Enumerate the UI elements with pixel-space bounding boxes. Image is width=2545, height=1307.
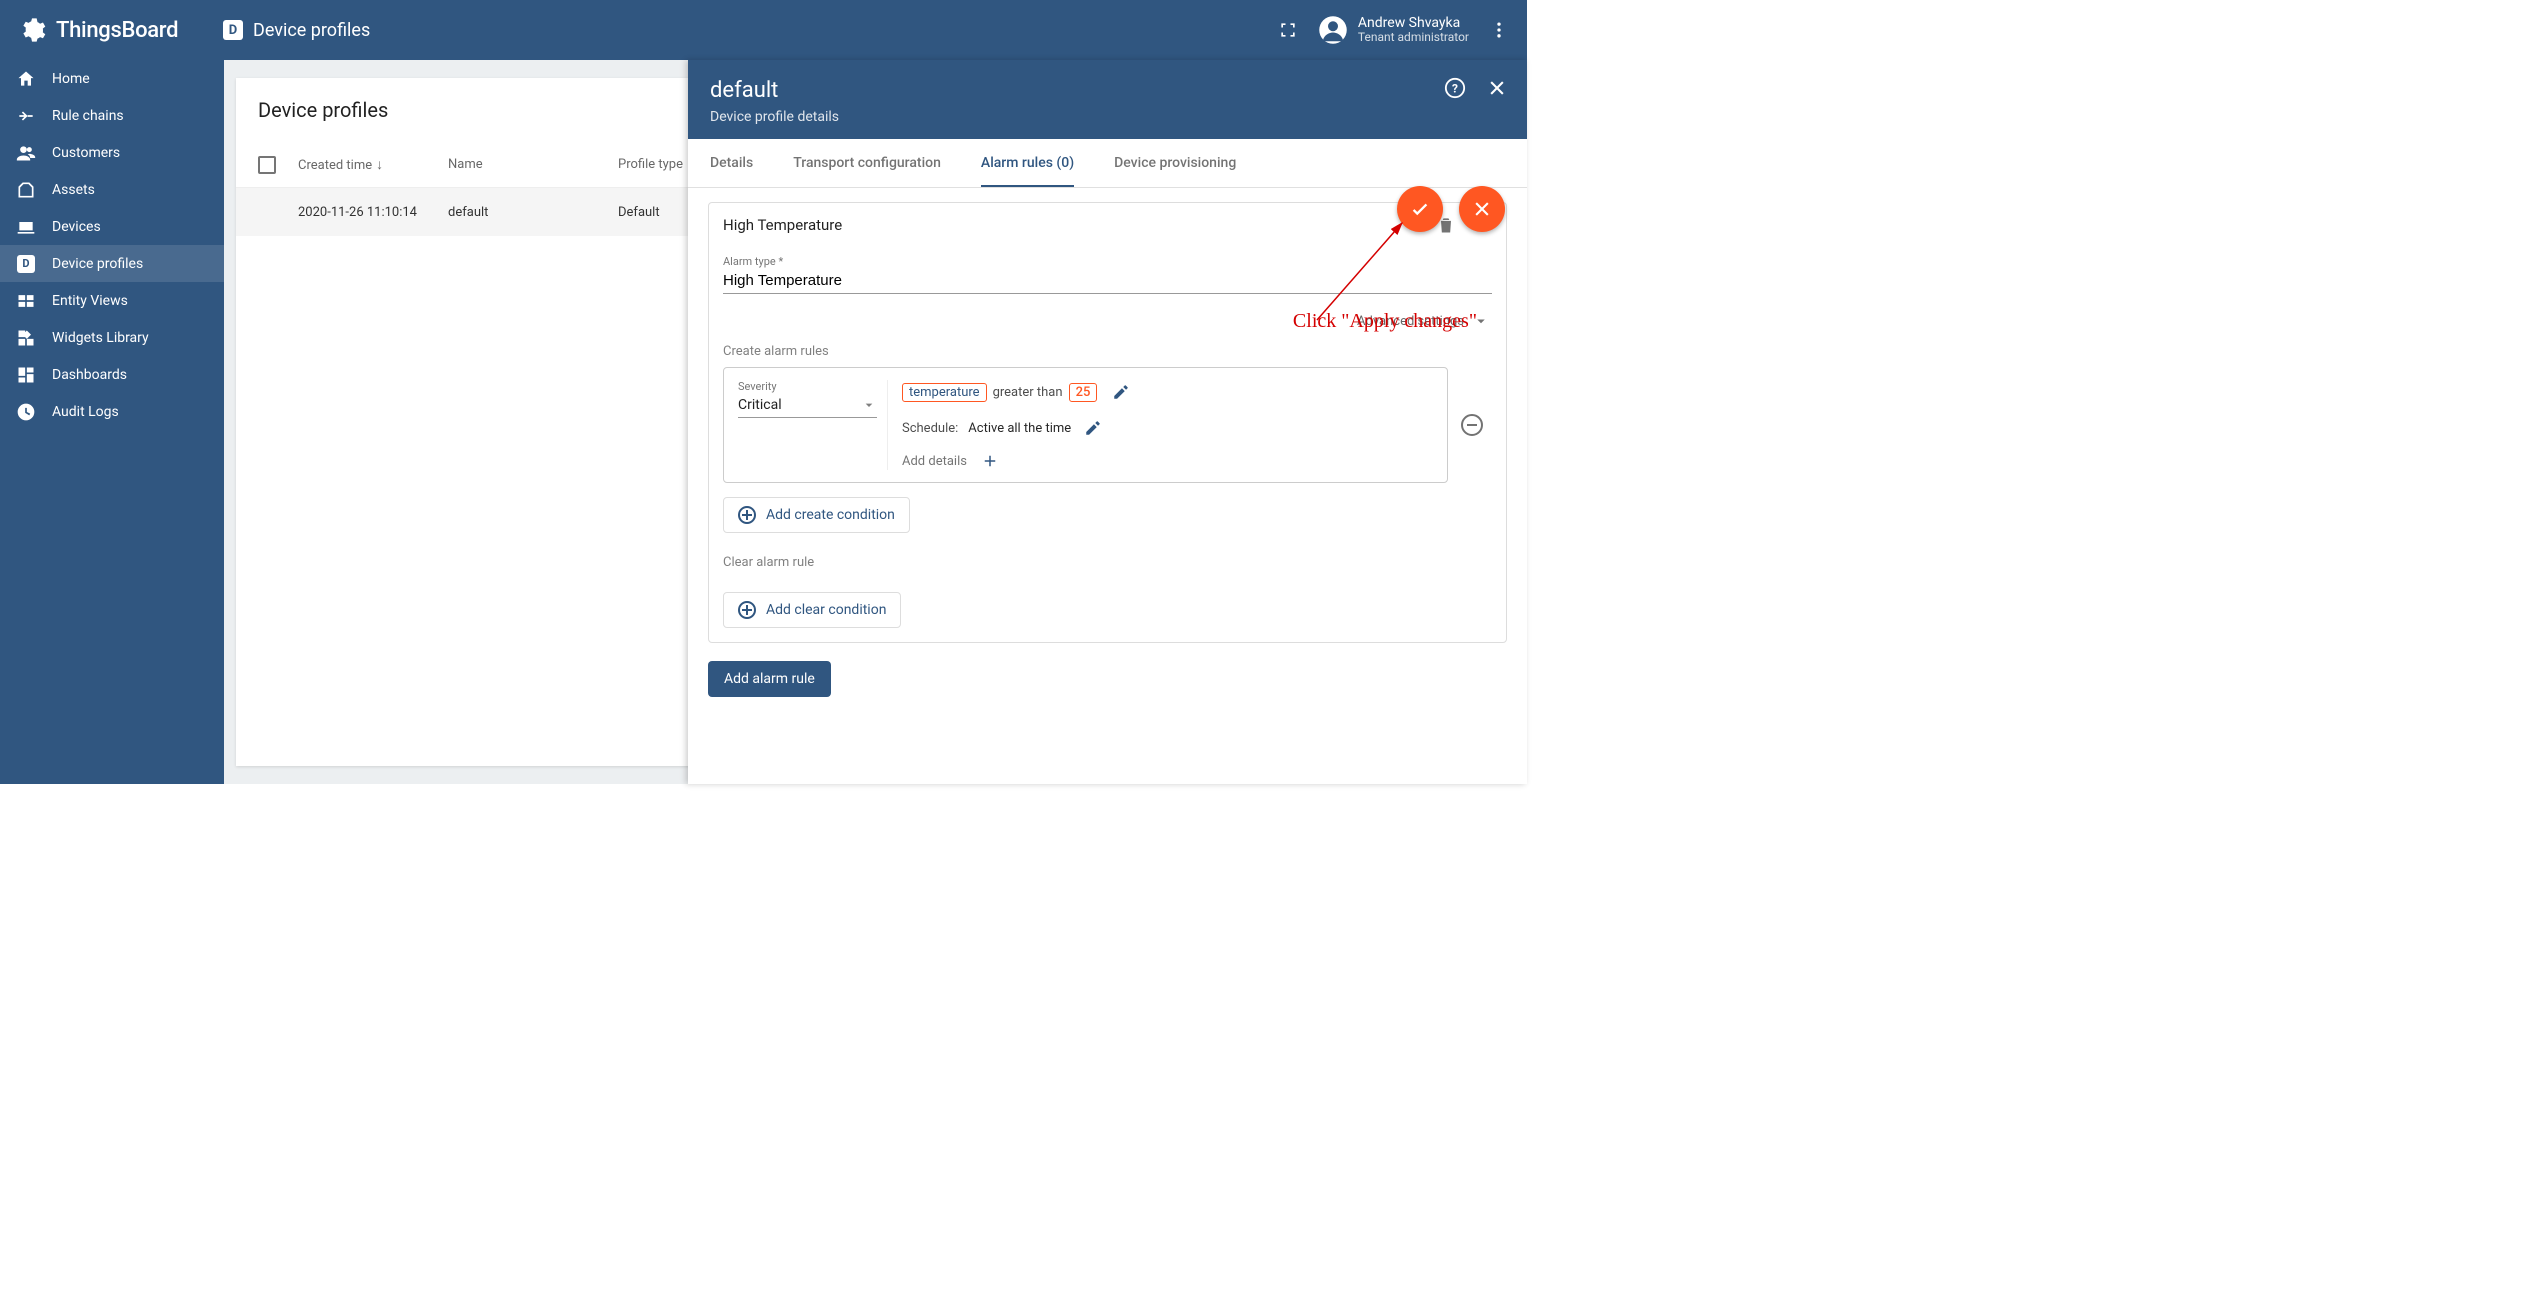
condition-line: temperature greater than 25 (902, 380, 1433, 404)
apply-changes-button[interactable] (1397, 186, 1443, 232)
sidebar-item-audit-logs[interactable]: Audit Logs (0, 393, 224, 430)
tab-provisioning[interactable]: Device provisioning (1114, 139, 1236, 187)
sidebar-item-customers[interactable]: Customers (0, 134, 224, 171)
sidebar-item-device-profiles[interactable]: D Device profiles (0, 245, 224, 282)
dropdown-icon (861, 397, 877, 413)
select-all-checkbox[interactable] (258, 156, 276, 174)
alarm-card: High Temperature Alarm type * (708, 202, 1507, 643)
discard-changes-button[interactable] (1459, 186, 1505, 232)
drawer-subtitle: Device profile details (710, 109, 1505, 125)
cell-name: default (448, 205, 618, 220)
device-profile-icon: D (223, 20, 243, 40)
entity-views-icon (16, 291, 36, 311)
brand: ThingsBoard (8, 16, 223, 44)
content: Device profiles Created time↓ Name Profi… (224, 60, 1527, 784)
close-icon[interactable] (1485, 76, 1509, 100)
devices-icon (16, 217, 36, 237)
tab-details[interactable]: Details (710, 139, 753, 187)
plus-circle-icon (738, 506, 756, 524)
add-clear-condition-button[interactable]: Add clear condition (723, 592, 901, 628)
fullscreen-icon[interactable] (1276, 18, 1300, 42)
audit-logs-icon (16, 402, 36, 422)
create-alarm-rule: Severity Critical temperature (723, 367, 1448, 483)
logo-icon (18, 16, 46, 44)
tabs: Details Transport configuration Alarm ru… (688, 139, 1527, 188)
help-icon[interactable]: ? (1443, 76, 1467, 100)
severity-label: Severity (738, 380, 877, 393)
alarm-type-input[interactable] (723, 268, 1492, 294)
sort-desc-icon: ↓ (376, 157, 383, 173)
user-menu[interactable]: Andrew Shvayka Tenant administrator (1318, 15, 1469, 45)
plus-icon (981, 452, 999, 470)
drawer-header: default Device profile details ? (688, 60, 1527, 139)
schedule-value: Active all the time (968, 421, 1071, 436)
sidebar-item-label: Rule chains (52, 108, 124, 124)
details-drawer: default Device profile details ? Details… (688, 60, 1527, 784)
svg-text:?: ? (1452, 82, 1458, 96)
cell-time: 2020-11-26 11:10:14 (298, 205, 448, 220)
avatar-icon (1318, 15, 1348, 45)
sidebar-item-devices[interactable]: Devices (0, 208, 224, 245)
drawer-title: default (710, 78, 1505, 103)
assets-icon (16, 180, 36, 200)
rule-chains-icon (16, 106, 36, 126)
sidebar-item-home[interactable]: Home (0, 60, 224, 97)
user-name: Andrew Shvayka (1358, 15, 1469, 31)
plus-circle-icon (738, 601, 756, 619)
add-create-condition-button[interactable]: Add create condition (723, 497, 910, 533)
more-icon[interactable] (1487, 18, 1511, 42)
page-title: D Device profiles (223, 20, 370, 41)
edit-condition-icon[interactable] (1109, 380, 1133, 404)
sidebar-item-widgets-library[interactable]: Widgets Library (0, 319, 224, 356)
edit-schedule-icon[interactable] (1081, 416, 1105, 440)
sidebar-item-label: Dashboards (52, 367, 127, 383)
col-created-time[interactable]: Created time↓ (298, 156, 448, 173)
alarm-type-label: Alarm type * (723, 255, 1492, 268)
sidebar: Home Rule chains Customers Assets Device… (0, 60, 224, 784)
widgets-icon (16, 328, 36, 348)
condition-op: greater than (993, 385, 1063, 400)
sidebar-item-label: Devices (52, 219, 101, 235)
sidebar-item-label: Home (52, 71, 90, 87)
sidebar-item-rule-chains[interactable]: Rule chains (0, 97, 224, 134)
sidebar-item-label: Widgets Library (52, 330, 149, 346)
condition-threshold: 25 (1069, 383, 1098, 402)
sidebar-item-label: Entity Views (52, 293, 128, 309)
condition-key: temperature (902, 383, 987, 402)
col-name[interactable]: Name (448, 157, 618, 172)
sidebar-item-entity-views[interactable]: Entity Views (0, 282, 224, 319)
alarm-title: High Temperature (723, 216, 1434, 234)
clear-rule-label: Clear alarm rule (723, 555, 1492, 570)
page-title-text: Device profiles (253, 20, 370, 41)
create-rules-label: Create alarm rules (723, 344, 1492, 359)
user-role: Tenant administrator (1358, 31, 1469, 45)
annotation-text: Click "Apply changes" (1293, 310, 1477, 333)
add-alarm-rule-button[interactable]: Add alarm rule (708, 661, 831, 697)
sidebar-item-label: Device profiles (52, 256, 143, 272)
sidebar-item-assets[interactable]: Assets (0, 171, 224, 208)
add-details-button[interactable]: Add details (902, 452, 1433, 470)
sidebar-item-label: Customers (52, 145, 120, 161)
customers-icon (16, 143, 36, 163)
tab-transport[interactable]: Transport configuration (793, 139, 941, 187)
severity-select[interactable]: Critical (738, 393, 877, 418)
sidebar-item-label: Assets (52, 182, 95, 198)
brand-text: ThingsBoard (56, 18, 178, 43)
drawer-body: High Temperature Alarm type * (688, 188, 1527, 784)
device-profiles-icon: D (16, 254, 36, 274)
sidebar-item-dashboards[interactable]: Dashboards (0, 356, 224, 393)
remove-rule-icon[interactable] (1461, 414, 1483, 436)
tab-alarm-rules[interactable]: Alarm rules (0) (981, 139, 1074, 187)
app-bar: ThingsBoard D Device profiles Andrew Shv… (0, 0, 1527, 60)
dashboards-icon (16, 365, 36, 385)
home-icon (16, 69, 36, 89)
sidebar-item-label: Audit Logs (52, 404, 119, 420)
schedule-label: Schedule: (902, 421, 958, 436)
